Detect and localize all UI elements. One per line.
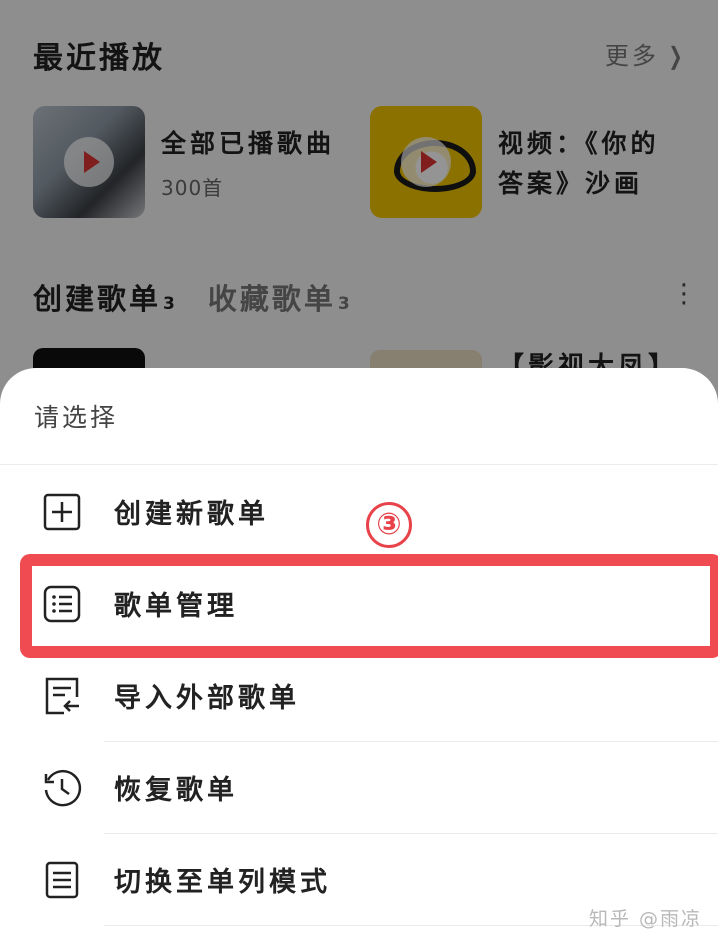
bottom-sheet: 请选择 ③ 创建新歌单 歌单管理 导入外部歌单 恢复歌单 切换至单列模式 [0, 368, 718, 942]
menu-item-create-playlist[interactable]: 创建新歌单 [0, 466, 718, 558]
menu-item-label: 切换至单列模式 [114, 867, 331, 898]
menu-item-label: 恢复歌单 [114, 775, 238, 806]
menu-item-import-playlist[interactable]: 导入外部歌单 [0, 650, 718, 742]
menu-item-label: 导入外部歌单 [114, 683, 300, 714]
divider [0, 464, 718, 465]
import-icon [45, 677, 79, 715]
list-icon [43, 585, 81, 623]
plus-square-icon [43, 493, 81, 531]
watermark: 知乎 @雨凉 [588, 908, 702, 930]
single-column-icon [45, 861, 79, 899]
menu-item-manage-playlists[interactable]: 歌单管理 [0, 558, 718, 650]
sheet-title: 请选择 [34, 403, 119, 432]
menu-item-label: 歌单管理 [114, 591, 238, 622]
history-icon [44, 770, 82, 807]
menu-item-restore-playlist[interactable]: 恢复歌单 [0, 742, 718, 834]
menu-item-label: 创建新歌单 [114, 499, 269, 530]
